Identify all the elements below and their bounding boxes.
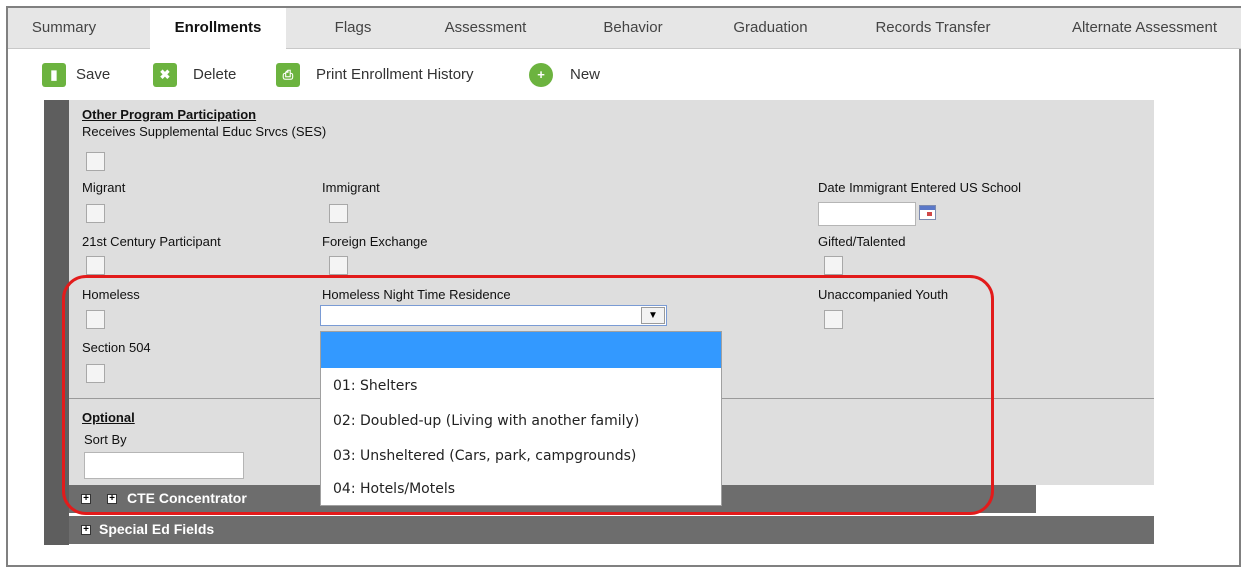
tab-enrollments[interactable]: Enrollments [150,8,286,49]
tab-records-transfer[interactable]: Records Transfer [853,8,1013,48]
century21-checkbox[interactable] [86,256,105,275]
calendar-icon[interactable] [919,205,936,220]
ses-checkbox[interactable] [86,152,105,171]
new-label: New [570,66,601,83]
special-ed-fields-bar[interactable]: + Special Ed Fields [69,516,1154,544]
ses-label: Receives Supplemental Educ Srvcs (SES) [82,124,327,139]
tab-flags[interactable]: Flags [308,8,398,48]
date-immigrant-label: Date Immigrant Entered US School [818,180,1022,195]
gifted-label: Gifted/Talented [818,234,906,249]
plus-icon: + [529,63,553,87]
date-immigrant-input[interactable] [818,202,916,226]
tab-graduation[interactable]: Graduation [708,8,833,48]
expand-icon[interactable]: + [81,525,91,535]
immigrant-label: Immigrant [322,180,380,195]
migrant-label: Migrant [82,180,126,195]
century21-label: 21st Century Participant [82,234,221,249]
printer-icon: ⎙ [276,63,300,87]
foreign-exchange-checkbox[interactable] [329,256,348,275]
delete-icon: ✖ [153,63,177,87]
save-icon: ▮ [42,63,66,87]
tab-bar: Summary Enrollments Flags Assessment Beh… [8,8,1241,49]
tab-alternate-assessment[interactable]: Alternate Assessment [1048,8,1241,48]
save-label: Save [76,66,111,83]
immigrant-checkbox[interactable] [329,204,348,223]
tab-summary[interactable]: Summary [8,8,120,48]
highlight-outline [62,275,994,515]
tab-behavior[interactable]: Behavior [578,8,688,48]
print-label: Print Enrollment History [316,66,474,83]
special-ed-fields-label: Special Ed Fields [99,521,215,537]
migrant-checkbox[interactable] [86,204,105,223]
foreign-exchange-label: Foreign Exchange [322,234,428,249]
tab-assessment[interactable]: Assessment [423,8,548,48]
delete-label: Delete [193,66,237,83]
section-title: Other Program Participation [82,107,257,122]
gifted-checkbox[interactable] [824,256,843,275]
